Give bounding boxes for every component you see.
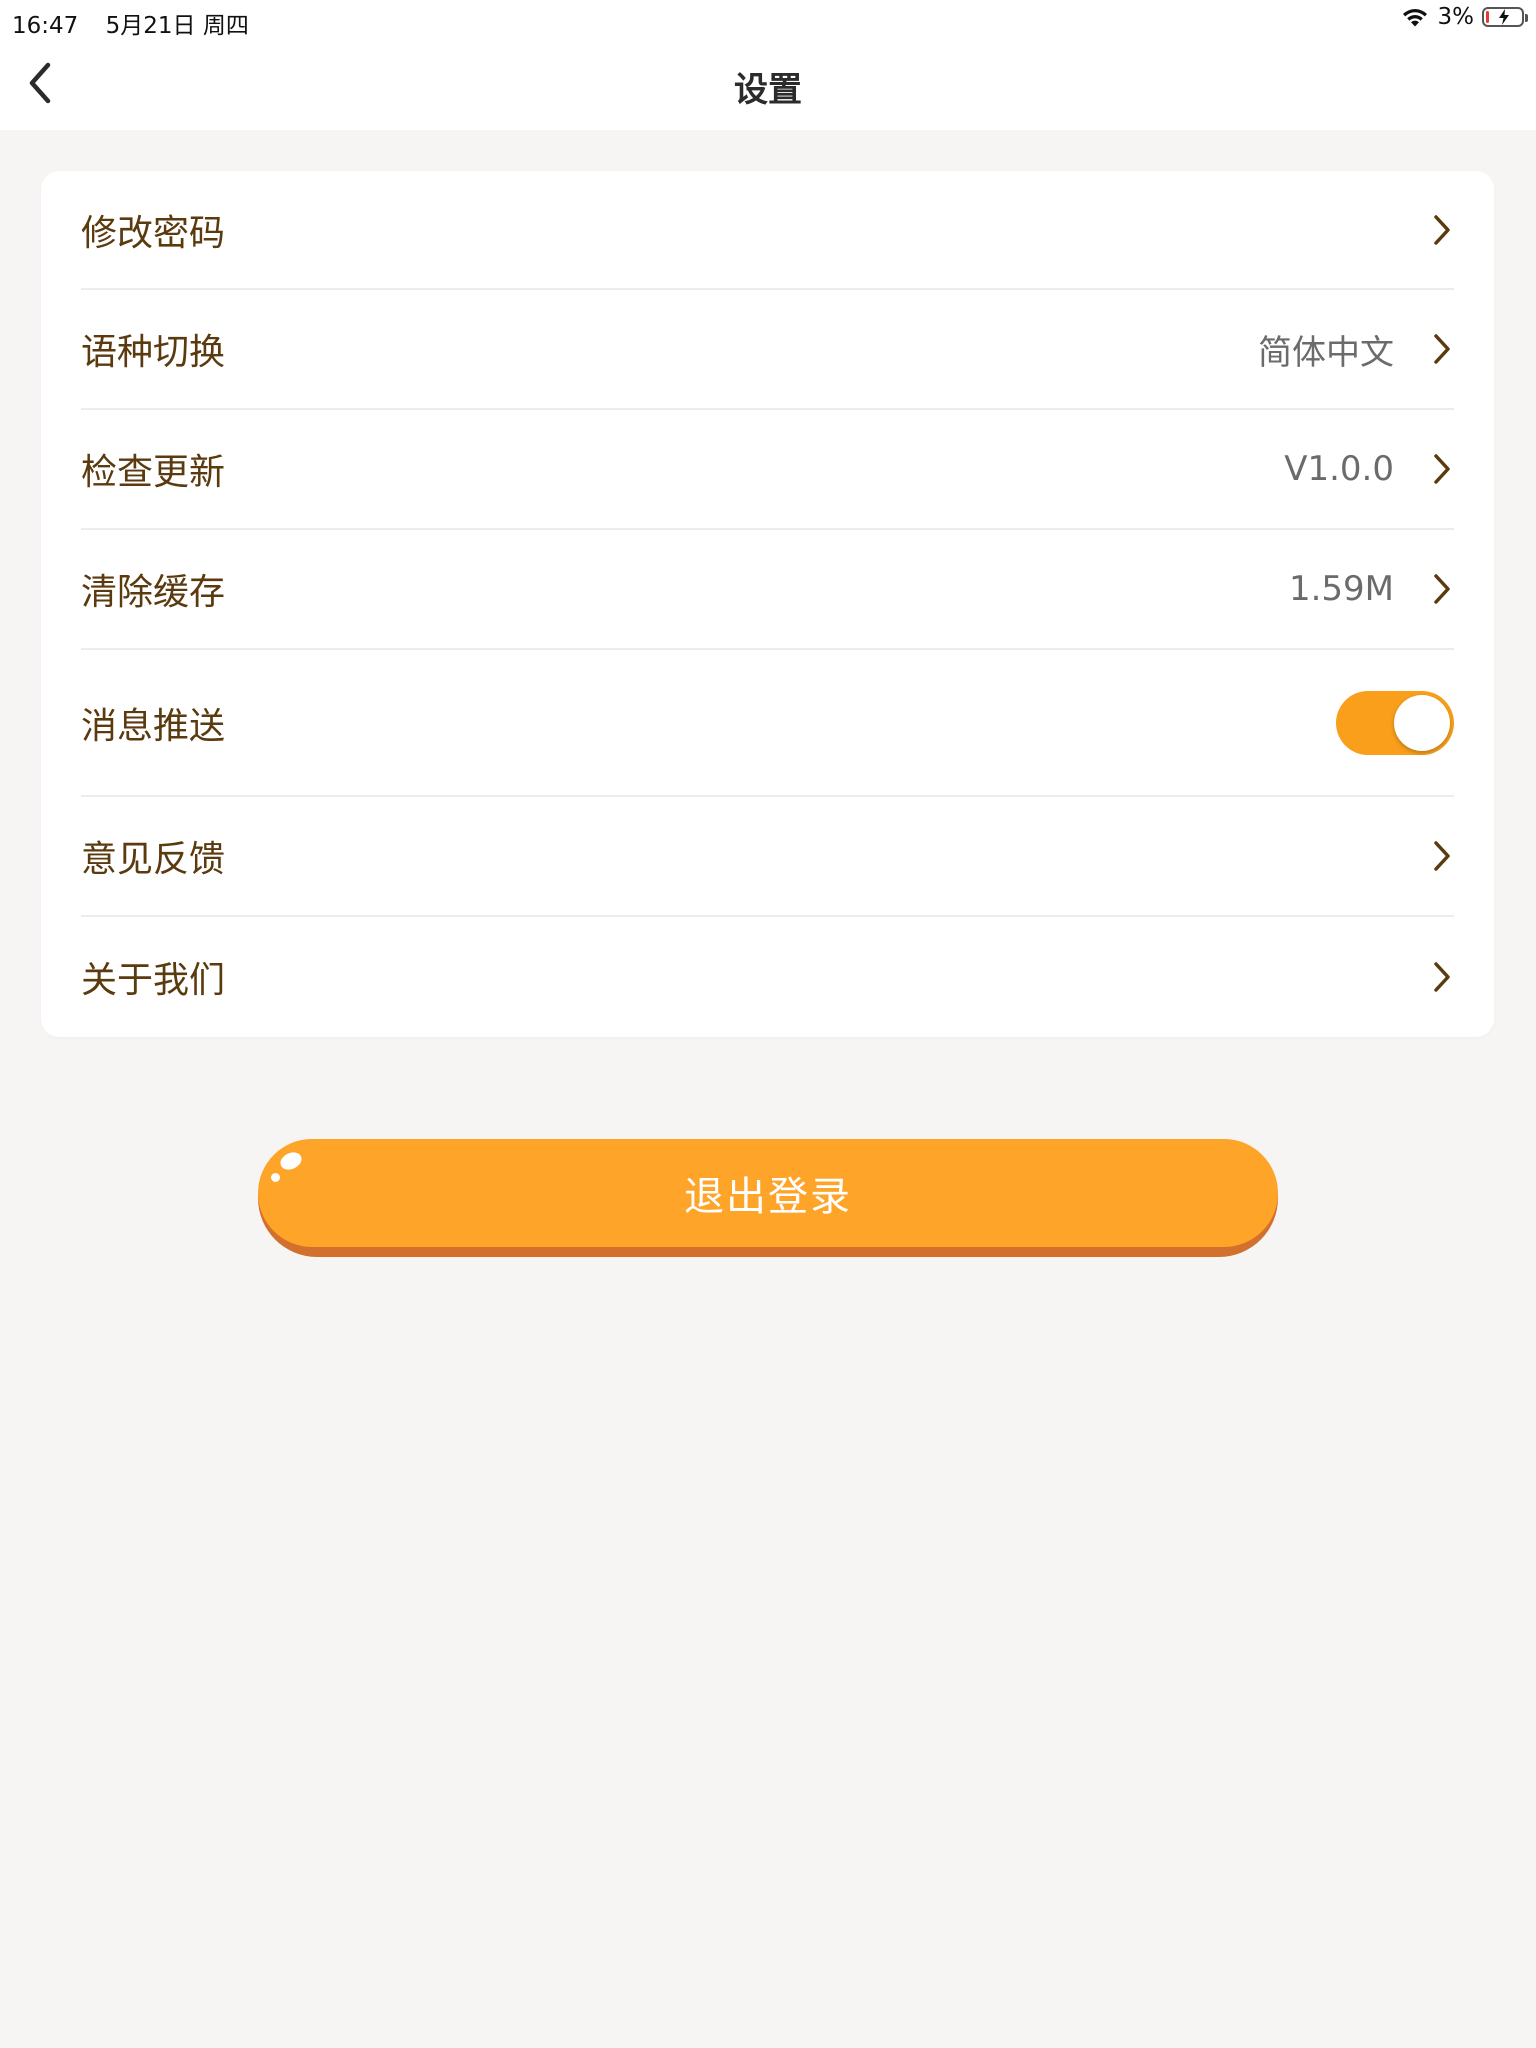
charging-bolt-icon — [1499, 9, 1509, 25]
status-right: 3% — [1400, 4, 1528, 30]
logout-button-face: 退出登录 — [258, 1139, 1278, 1247]
chevron-right-icon — [1430, 212, 1454, 248]
gloss-highlight-small — [271, 1173, 280, 1182]
push-notifications-toggle[interactable] — [1336, 690, 1454, 755]
status-left: 16:47 5月21日 周四 — [12, 6, 269, 40]
nav-bar: 设置 — [0, 40, 1536, 130]
settings-row-feedback[interactable]: 意见反馈 — [81, 797, 1454, 917]
settings-row-language[interactable]: 语种切换 简体中文 — [81, 290, 1454, 410]
row-label: 语种切换 — [81, 332, 226, 373]
logout-button[interactable]: 退出登录 — [258, 1139, 1278, 1257]
row-label: 消息推送 — [81, 705, 226, 747]
row-label: 关于我们 — [81, 960, 226, 1001]
battery-percent: 3% — [1437, 4, 1475, 30]
settings-row-check-update[interactable]: 检查更新 V1.0.0 — [81, 410, 1454, 530]
status-bar: 16:47 5月21日 周四 3% — [0, 0, 1536, 40]
settings-row-change-password[interactable]: 修改密码 — [81, 171, 1454, 290]
gloss-highlight — [277, 1149, 305, 1173]
wifi-icon — [1402, 9, 1427, 27]
battery-icon — [1482, 7, 1528, 27]
toggle-knob — [1394, 694, 1450, 751]
chevron-right-icon — [1430, 959, 1454, 995]
status-date: 5月21日 周四 — [105, 13, 249, 39]
settings-row-about-us[interactable]: 关于我们 — [81, 917, 1454, 1037]
row-value: V1.0.0 — [1284, 449, 1394, 489]
logout-label: 退出登录 — [684, 1174, 852, 1220]
battery-level — [1486, 11, 1489, 23]
page-title: 设置 — [734, 70, 802, 110]
row-value: 简体中文 — [1258, 332, 1394, 373]
row-label: 清除缓存 — [81, 572, 226, 613]
chevron-right-icon — [1430, 571, 1454, 607]
chevron-right-icon — [1430, 838, 1454, 874]
settings-row-push-notifications: 消息推送 — [81, 650, 1454, 797]
row-value: 1.59M — [1288, 569, 1394, 609]
settings-row-clear-cache[interactable]: 清除缓存 1.59M — [81, 530, 1454, 650]
row-label: 检查更新 — [81, 452, 226, 493]
row-label: 意见反馈 — [81, 839, 226, 880]
row-label: 修改密码 — [81, 212, 226, 254]
chevron-right-icon — [1430, 331, 1454, 367]
status-time: 16:47 — [12, 13, 79, 39]
chevron-right-icon — [1430, 451, 1454, 487]
settings-card: 修改密码 语种切换 简体中文 检查更新 V1.0.0 清除缓存 1.59M 消息… — [41, 171, 1494, 1037]
